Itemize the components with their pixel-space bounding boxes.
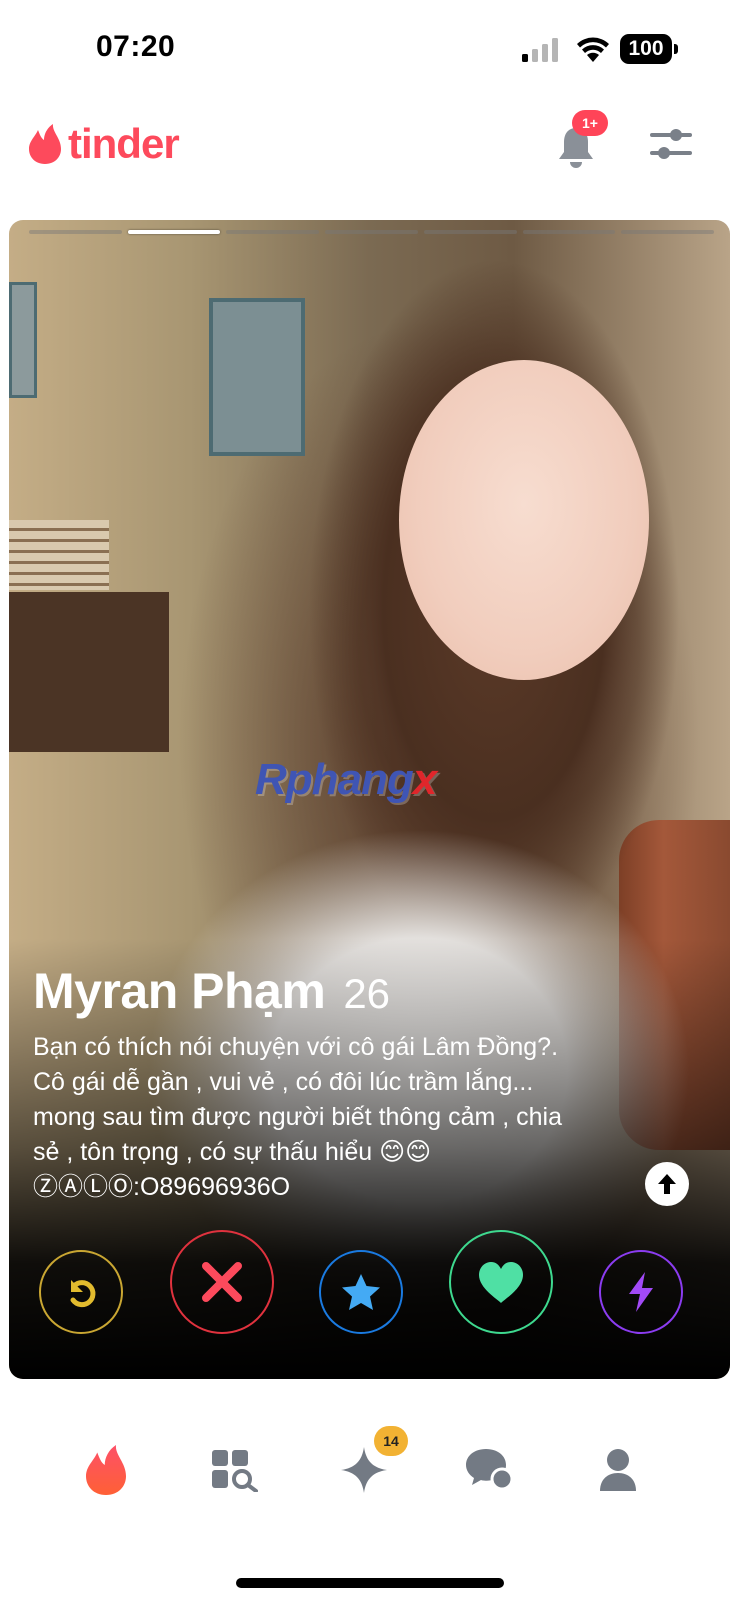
- like-button[interactable]: [449, 1230, 553, 1334]
- tab-home[interactable]: [76, 1440, 136, 1500]
- chat-bubbles-icon: [466, 1449, 514, 1491]
- battery-level: 100: [628, 37, 664, 60]
- status-bar: 07:20 100: [0, 0, 739, 100]
- tab-explore[interactable]: [204, 1440, 264, 1500]
- photo-progress-segment[interactable]: [226, 230, 320, 234]
- home-indicator: [236, 1578, 504, 1588]
- watermark: Rphangx: [255, 755, 438, 804]
- profile-bio: Bạn có thích nói chuyện với cô gái Lâm Đ…: [33, 1033, 563, 1201]
- photo-progress-bars: [29, 230, 715, 234]
- close-icon: [202, 1262, 242, 1302]
- profile-name-row: Myran Phạm 26: [33, 962, 390, 1020]
- boost-button[interactable]: [599, 1250, 683, 1334]
- super-like-button[interactable]: [319, 1250, 403, 1334]
- photo-progress-segment[interactable]: [127, 230, 221, 234]
- rewind-button[interactable]: [39, 1250, 123, 1334]
- flame-icon: [29, 124, 61, 164]
- rewind-icon: [70, 1280, 96, 1308]
- wifi-icon: [577, 37, 609, 62]
- tinder-logo[interactable]: tinder: [28, 120, 180, 168]
- sparks-badge: 14: [374, 1426, 408, 1456]
- logo-text: tinder: [68, 120, 180, 167]
- nope-button[interactable]: [170, 1230, 274, 1334]
- bottom-tab-bar: 14: [0, 1420, 739, 1520]
- heart-icon: [479, 1262, 523, 1303]
- action-buttons: [9, 1230, 730, 1350]
- status-time: 07:20: [96, 30, 176, 63]
- lightning-icon: [629, 1272, 653, 1312]
- filters-sliders-icon[interactable]: [650, 126, 692, 162]
- open-profile-button[interactable]: [645, 1162, 689, 1206]
- user-icon: [600, 1449, 636, 1491]
- photo-progress-segment[interactable]: [423, 230, 517, 234]
- arrow-up-icon: [658, 1174, 676, 1194]
- profile-age: 26: [343, 970, 391, 1017]
- photo-progress-segment[interactable]: [325, 230, 418, 234]
- flame-icon: [86, 1445, 126, 1495]
- tab-messages[interactable]: [460, 1440, 520, 1500]
- explore-grid-icon: [212, 1450, 258, 1492]
- app-header: tinder 1+: [0, 110, 739, 180]
- cellular-signal-icon: [522, 38, 558, 62]
- star-icon: [342, 1274, 380, 1310]
- photo-progress-segment[interactable]: [621, 230, 715, 234]
- watermark-accent-letter: x: [412, 755, 438, 804]
- profile-card[interactable]: Rphangx Myran Phạm 26 Bạn có thích nói c…: [9, 220, 730, 1379]
- profile-name: Myran Phạm: [33, 963, 326, 1019]
- photo-progress-segment[interactable]: [522, 230, 616, 234]
- photo-progress-segment[interactable]: [29, 230, 122, 234]
- notification-badge: 1+: [572, 110, 608, 136]
- battery-indicator: 100: [620, 34, 678, 64]
- tab-profile[interactable]: [588, 1440, 648, 1500]
